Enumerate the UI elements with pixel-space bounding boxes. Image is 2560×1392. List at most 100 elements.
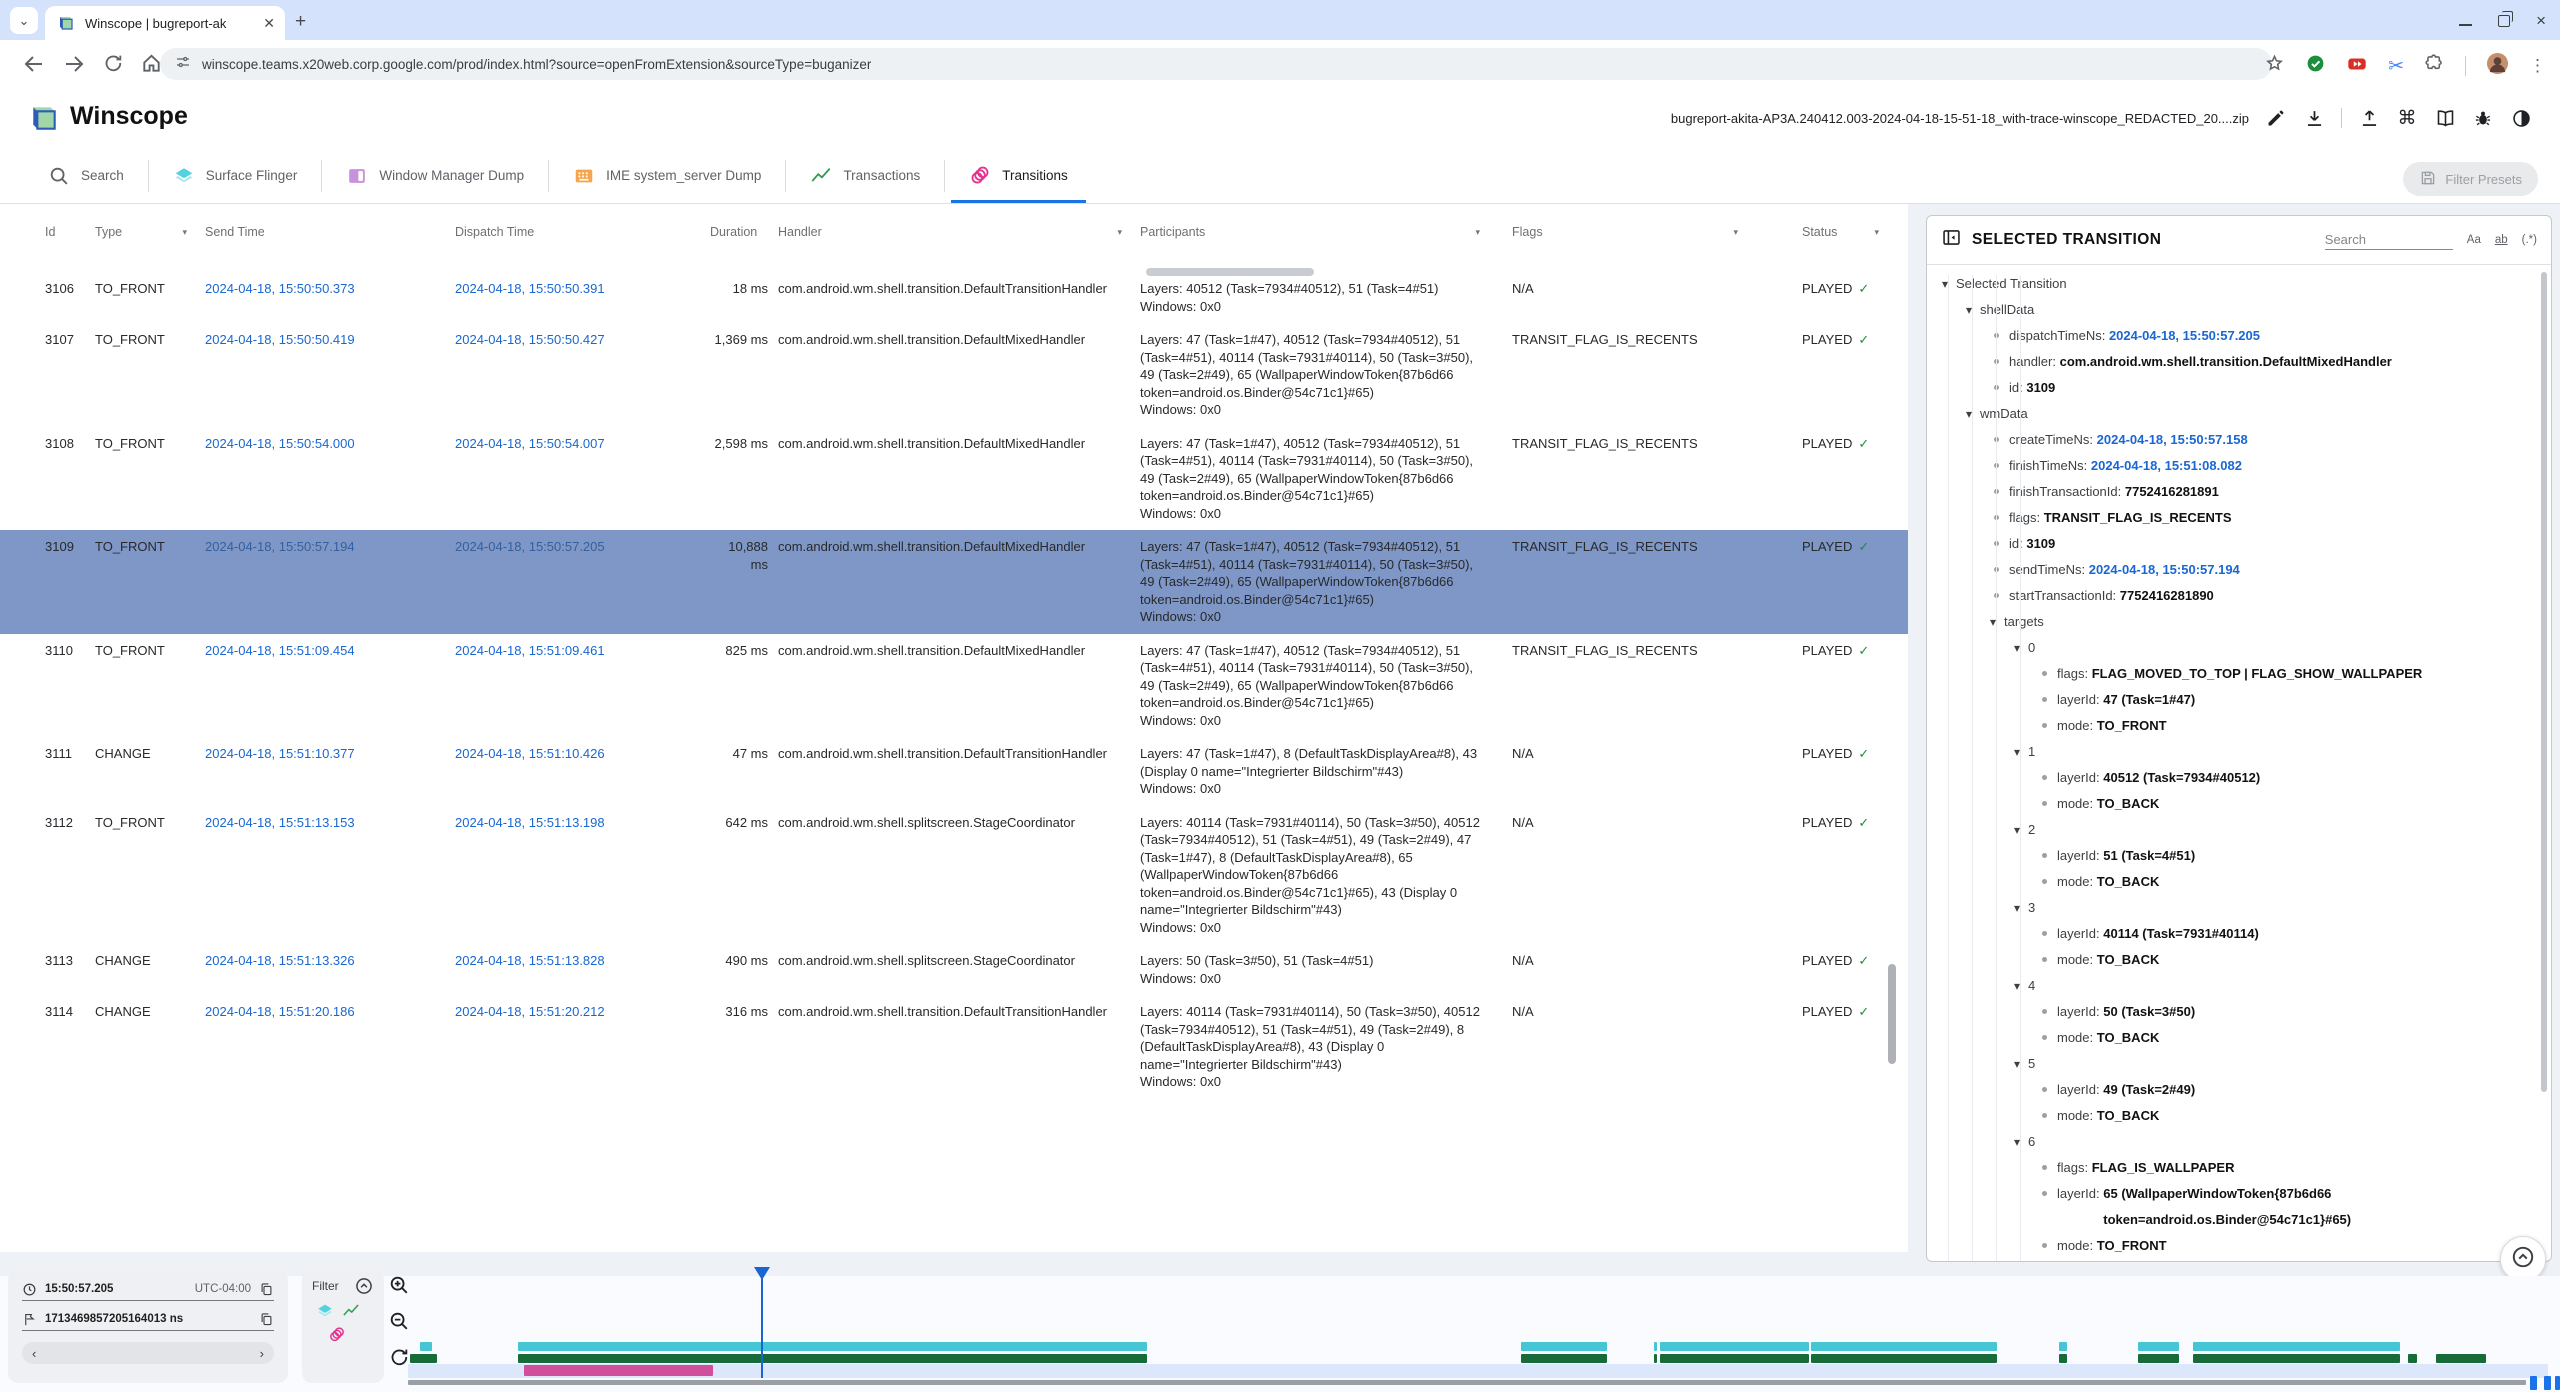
- timeline-cursor-handle[interactable]: [754, 1267, 770, 1280]
- timeline-segment-transactions[interactable]: [2193, 1354, 2400, 1363]
- copy-icon[interactable]: [259, 1312, 274, 1327]
- cell-dispatch-time[interactable]: 2024-04-18, 15:50:57.205: [455, 538, 710, 556]
- cell-dispatch-time[interactable]: 2024-04-18, 15:51:10.426: [455, 745, 710, 763]
- cell-dispatch-time[interactable]: 2024-04-18, 15:51:13.828: [455, 952, 710, 970]
- collapse-arrow-icon[interactable]: ▾: [2014, 973, 2028, 999]
- timeline-segment-surface-flinger[interactable]: [1521, 1342, 1607, 1351]
- match-case-toggle[interactable]: Aa: [2467, 234, 2481, 246]
- reload-icon[interactable]: [102, 52, 126, 76]
- timeline-segment-surface-flinger[interactable]: [1660, 1342, 1809, 1351]
- tab-surface-flinger[interactable]: Surface Flinger: [149, 148, 322, 203]
- table-row[interactable]: 3110TO_FRONT2024-04-18, 15:51:09.4542024…: [0, 634, 1908, 738]
- forward-icon[interactable]: [62, 52, 86, 76]
- new-tab-button[interactable]: +: [295, 11, 306, 33]
- cell-send-time[interactable]: 2024-04-18, 15:50:54.000: [205, 435, 455, 453]
- table-row[interactable]: 3114CHANGE2024-04-18, 15:51:20.1862024-0…: [0, 995, 1908, 1099]
- frame-nav-bar[interactable]: ‹ ›: [22, 1342, 274, 1364]
- timeline-canvas[interactable]: [408, 1264, 2560, 1392]
- collapse-arrow-icon[interactable]: ▾: [2014, 817, 2028, 843]
- match-word-toggle[interactable]: ab: [2495, 234, 2508, 246]
- table-vertical-scrollbar[interactable]: [1888, 964, 1896, 1064]
- dark-mode-icon[interactable]: [2510, 107, 2532, 129]
- extensions-puzzle-icon[interactable]: [2424, 53, 2445, 79]
- table-row[interactable]: 3111CHANGE2024-04-18, 15:51:10.3772024-0…: [0, 737, 1908, 806]
- filter-caret-icon[interactable]: ▾: [1733, 227, 1738, 238]
- transitions-filter-icon[interactable]: [328, 1326, 346, 1344]
- table-row[interactable]: 3108TO_FRONT2024-04-18, 15:50:54.0002024…: [0, 427, 1908, 531]
- property-value[interactable]: 2024-04-18, 15:50:57.158: [2097, 427, 2248, 453]
- timeline-segment-transactions[interactable]: [2138, 1354, 2179, 1363]
- edit-icon[interactable]: [2265, 107, 2287, 129]
- browser-tab[interactable]: Winscope | bugreport-ak ✕: [45, 6, 285, 40]
- filter-collapse-icon[interactable]: [354, 1276, 372, 1294]
- extension-video-icon[interactable]: [2346, 53, 2368, 80]
- cell-send-time[interactable]: 2024-04-18, 15:51:09.454: [205, 642, 455, 660]
- extension-scissors-icon[interactable]: ✂: [2388, 55, 2404, 78]
- timeline-segment-transitions[interactable]: [524, 1365, 713, 1376]
- surface-flinger-filter-icon[interactable]: [316, 1302, 334, 1320]
- timeline-segment-transactions[interactable]: [1660, 1354, 1809, 1363]
- tab-search[interactable]: Search: [24, 148, 148, 203]
- cell-dispatch-time[interactable]: 2024-04-18, 15:51:20.212: [455, 1003, 710, 1021]
- window-restore-button[interactable]: [2498, 15, 2510, 27]
- upload-icon[interactable]: [2358, 107, 2380, 129]
- panel-scrollbar[interactable]: [2541, 272, 2547, 1092]
- window-close-button[interactable]: ×: [2536, 12, 2546, 29]
- timeline-segment-transactions[interactable]: [2059, 1354, 2067, 1363]
- timeline-segment-transactions[interactable]: [1654, 1354, 1657, 1363]
- collapse-arrow-icon[interactable]: ▾: [2014, 635, 2028, 661]
- collapse-arrow-icon[interactable]: ▾: [2014, 895, 2028, 921]
- cell-send-time[interactable]: 2024-04-18, 15:51:20.186: [205, 1003, 455, 1021]
- shortcuts-icon[interactable]: ⌘: [2396, 107, 2418, 129]
- tab-transitions[interactable]: Transitions: [945, 148, 1092, 203]
- filter-caret-icon[interactable]: ▾: [182, 227, 187, 238]
- download-icon[interactable]: [2303, 107, 2325, 129]
- tab-close-icon[interactable]: ✕: [263, 15, 275, 32]
- timeline-segment-transactions[interactable]: [2436, 1354, 2486, 1363]
- collapse-arrow-icon[interactable]: ▾: [2014, 739, 2028, 765]
- tab-ime-system-server-dump[interactable]: IME system_server Dump: [549, 148, 785, 203]
- cell-send-time[interactable]: 2024-04-18, 15:51:13.326: [205, 952, 455, 970]
- horizontal-scrollbar[interactable]: [1146, 268, 1314, 276]
- report-bug-icon[interactable]: [2472, 107, 2494, 129]
- ns-time-field[interactable]: 1713469857205164013 ns: [22, 1308, 274, 1331]
- filter-presets-button[interactable]: Filter Presets: [2403, 162, 2538, 196]
- human-time-field[interactable]: 15:50:57.205 UTC-04:00: [22, 1278, 274, 1301]
- table-row[interactable]: 3107TO_FRONT2024-04-18, 15:50:50.4192024…: [0, 323, 1908, 427]
- timeline-segment-surface-flinger[interactable]: [420, 1342, 432, 1351]
- timeline-segment-transactions[interactable]: [2408, 1354, 2417, 1363]
- cell-send-time[interactable]: 2024-04-18, 15:50:50.373: [205, 280, 455, 298]
- window-minimize-button[interactable]: [2459, 16, 2472, 26]
- browser-menu-icon[interactable]: ⋮: [2529, 56, 2546, 76]
- documentation-icon[interactable]: [2434, 107, 2456, 129]
- back-icon[interactable]: [22, 52, 46, 76]
- property-value[interactable]: 2024-04-18, 15:50:57.194: [2089, 557, 2240, 583]
- prev-entry-icon[interactable]: ‹: [32, 1346, 36, 1361]
- table-row[interactable]: 3106TO_FRONT2024-04-18, 15:50:50.3732024…: [0, 272, 1908, 323]
- collapse-arrow-icon[interactable]: ▾: [2014, 1129, 2028, 1155]
- property-value[interactable]: 2024-04-18, 15:51:08.082: [2091, 453, 2242, 479]
- cell-send-time[interactable]: 2024-04-18, 15:51:10.377: [205, 745, 455, 763]
- property-value[interactable]: 2024-04-18, 15:50:57.205: [2109, 323, 2260, 349]
- copy-icon[interactable]: [259, 1282, 274, 1297]
- timeline-segment-transactions[interactable]: [1521, 1354, 1607, 1363]
- regex-toggle[interactable]: (.*): [2522, 234, 2537, 246]
- timeline-cursor[interactable]: [761, 1268, 763, 1378]
- table-row[interactable]: 3112TO_FRONT2024-04-18, 15:51:13.1532024…: [0, 806, 1908, 945]
- collapse-arrow-icon[interactable]: ▾: [1966, 401, 1980, 427]
- collapse-arrow-icon[interactable]: ▾: [2014, 1051, 2028, 1077]
- site-settings-icon[interactable]: [174, 53, 192, 76]
- reset-zoom-button[interactable]: [388, 1346, 410, 1368]
- cell-send-time[interactable]: 2024-04-18, 15:50:50.419: [205, 331, 455, 349]
- timeline-segment-transactions[interactable]: [410, 1354, 437, 1363]
- filter-caret-icon[interactable]: ▾: [1117, 227, 1122, 238]
- table-row[interactable]: 3109TO_FRONT2024-04-18, 15:50:57.1942024…: [0, 530, 1908, 634]
- timeline-segment-surface-flinger[interactable]: [2138, 1342, 2179, 1351]
- timeline-segment-surface-flinger[interactable]: [518, 1342, 1147, 1351]
- filter-caret-icon[interactable]: ▾: [1874, 227, 1879, 238]
- bookmark-star-icon[interactable]: [2264, 53, 2285, 79]
- collapse-arrow-icon[interactable]: ▾: [1942, 271, 1956, 297]
- timeline-segment-surface-flinger[interactable]: [1654, 1342, 1657, 1351]
- timeline-segment-surface-flinger[interactable]: [2059, 1342, 2067, 1351]
- address-bar[interactable]: winscope.teams.x20web.corp.google.com/pr…: [160, 48, 2272, 80]
